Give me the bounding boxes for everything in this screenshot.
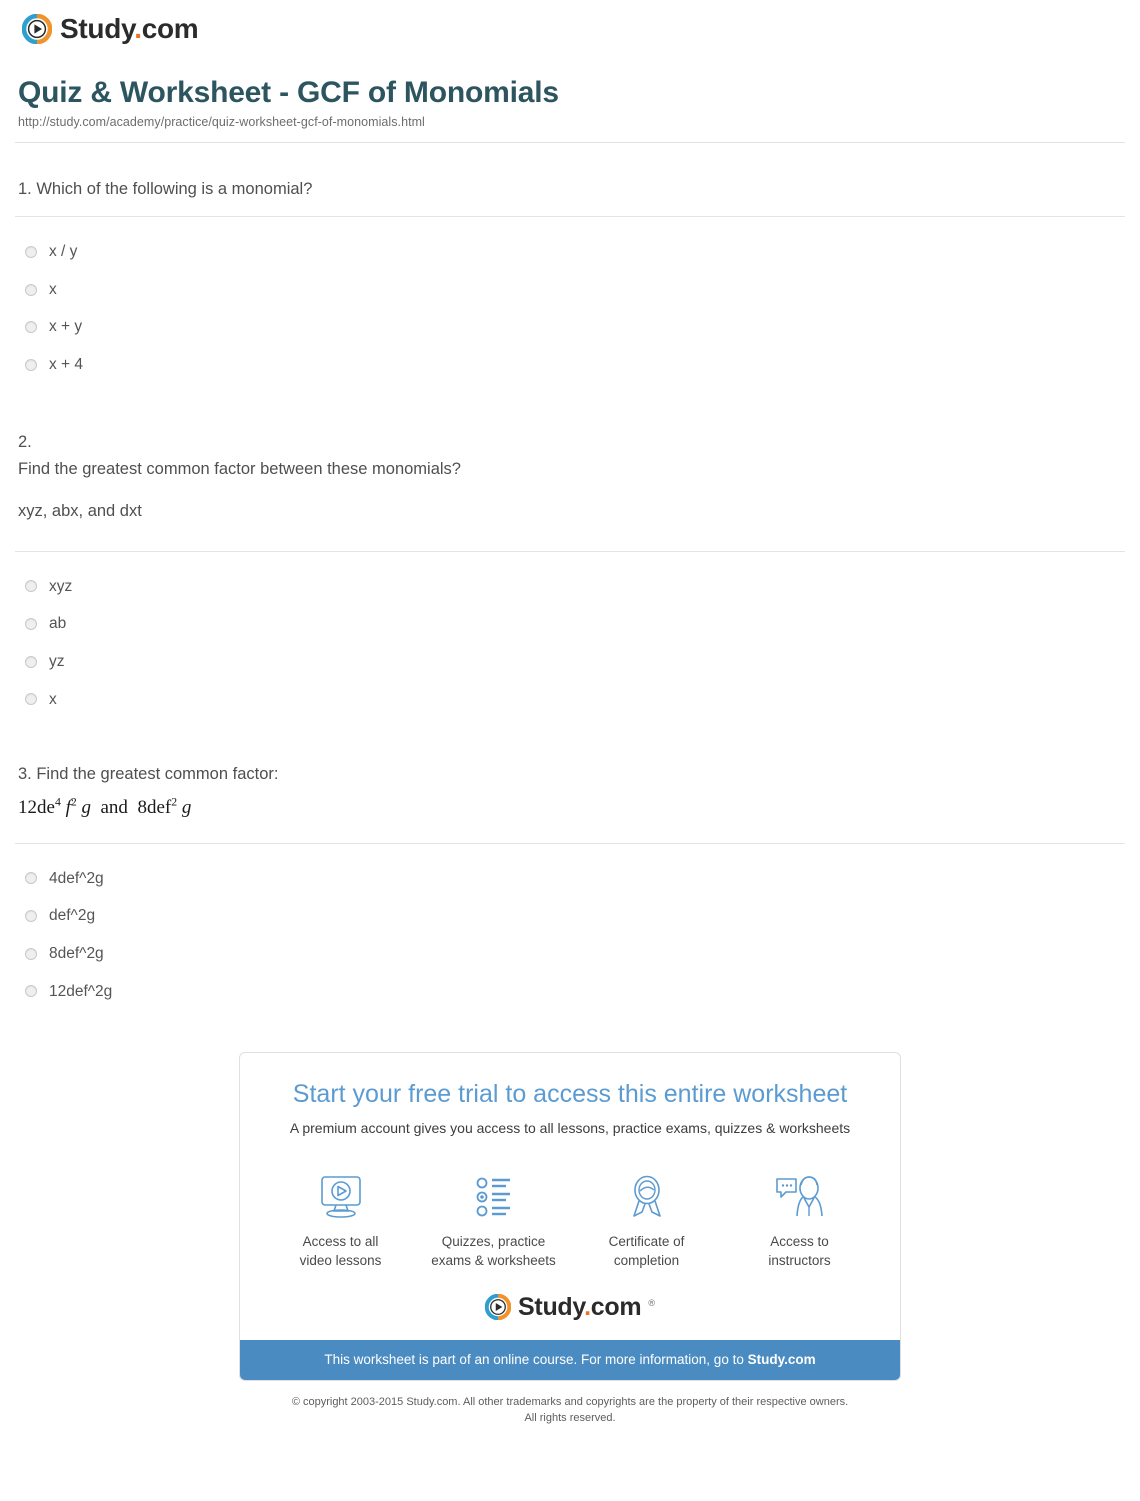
question-2-number: 2. — [18, 432, 32, 451]
page-url: http://study.com/academy/practice/quiz-w… — [18, 114, 425, 129]
radio-button-icon[interactable] — [25, 580, 37, 593]
radio-button-icon[interactable] — [25, 693, 37, 706]
play-circle-icon — [22, 14, 52, 44]
question-2-expression: xyz, abx, and dxt — [18, 501, 142, 520]
option-row[interactable]: yz — [15, 643, 1125, 681]
logo-word-dot: . — [584, 1292, 591, 1321]
question-2-prompt: Find the greatest common factor between … — [18, 460, 461, 479]
question-3-prompt: 3. Find the greatest common factor: — [18, 765, 279, 784]
monitor-play-icon — [320, 1176, 361, 1218]
promo-features: Access to all video lessons Quizzes, pra… — [240, 1148, 900, 1276]
logo-word-main: Study — [518, 1292, 585, 1321]
copyright-line-1: © copyright 2003-2015 Study.com. All oth… — [291, 1396, 849, 1408]
promo-card-wrapper: Start your free trial to access this ent… — [0, 1052, 1140, 1381]
promo-card: Start your free trial to access this ent… — [239, 1052, 901, 1381]
question-3-math-expression: 12de4 f2 g and 8def2 g — [18, 796, 1125, 821]
radio-button-icon[interactable] — [25, 655, 37, 668]
copyright-footer: © copyright 2003-2015 Study.com. All oth… — [0, 1395, 1140, 1427]
math-conjunction: and — [100, 796, 128, 818]
question-2-options: xyz ab yz x — [15, 552, 1125, 719]
option-label: 8def^2g — [49, 944, 104, 962]
question-3: 3. Find the greatest common factor: 12de… — [15, 718, 1125, 1010]
promo-logo[interactable]: Study.com ® — [240, 1276, 900, 1340]
option-label: 4def^2g — [49, 869, 104, 887]
math-coef-1: 12de — [18, 796, 55, 818]
option-label: 12def^2g — [49, 982, 113, 1000]
radio-button-icon[interactable] — [25, 985, 37, 998]
option-row[interactable]: x / y — [15, 233, 1125, 271]
option-row[interactable]: x + 4 — [15, 346, 1125, 384]
question-3-options: 4def^2g def^2g 8def^2g 12def^2g — [15, 844, 1125, 1011]
option-row[interactable]: x — [15, 681, 1125, 719]
radio-button-icon[interactable] — [25, 283, 37, 296]
page-title: Quiz & Worksheet - GCF of Monomials — [18, 76, 559, 109]
promo-subtitle: A premium account gives you access to al… — [289, 1120, 851, 1137]
radio-button-icon[interactable] — [25, 872, 37, 885]
promo-banner: This worksheet is part of an online cour… — [240, 1340, 900, 1380]
math-var-g2: g — [181, 796, 192, 818]
radio-button-icon[interactable] — [25, 358, 37, 371]
title-block: Quiz & Worksheet - GCF of Monomials http… — [0, 52, 1140, 129]
question-1-options: x / y x x + y x + 4 — [15, 217, 1125, 384]
checklist-icon — [476, 1177, 510, 1217]
promo-logo-text: Study.com — [518, 1292, 642, 1321]
feature-label: Access to instructors — [768, 1234, 831, 1269]
site-logo-text: Study.com — [60, 13, 199, 44]
option-label: yz — [49, 652, 65, 670]
option-label: ab — [49, 615, 67, 633]
feature-label: Quizzes, practice exams & worksheets — [431, 1234, 556, 1269]
math-var-g: g — [81, 796, 92, 818]
radio-button-icon[interactable] — [25, 321, 37, 334]
logo-word-dot: . — [134, 13, 142, 44]
feature-item: Quizzes, practice exams & worksheets — [419, 1174, 569, 1270]
math-exponent-1: 4 — [54, 795, 61, 809]
question-2: 2. Find the greatest common factor betwe… — [15, 384, 1125, 718]
math-coef-2: 8def — [137, 796, 172, 818]
feature-item: Access to all video lessons — [266, 1174, 416, 1270]
option-row[interactable]: def^2g — [15, 897, 1125, 935]
question-1: 1. Which of the following is a monomial?… — [15, 143, 1125, 384]
option-label: x / y — [49, 243, 78, 261]
instructor-chat-icon — [775, 1176, 823, 1217]
option-label: xyz — [49, 577, 73, 595]
radio-button-icon[interactable] — [25, 947, 37, 960]
option-row[interactable]: x + y — [15, 308, 1125, 346]
option-label: x + y — [49, 318, 83, 336]
promo-headline: Start your free trial to access this ent… — [292, 1080, 848, 1109]
promo-banner-link[interactable]: Study.com — [748, 1352, 816, 1367]
feature-label: Access to all video lessons — [299, 1234, 382, 1269]
radio-button-icon[interactable] — [25, 245, 37, 258]
option-row[interactable]: xyz — [15, 568, 1125, 606]
option-row[interactable]: 4def^2g — [15, 860, 1125, 898]
option-label: def^2g — [49, 907, 96, 925]
play-circle-icon — [485, 1294, 512, 1321]
site-logo[interactable]: Study.com — [22, 14, 1140, 44]
feature-item: Access to instructors — [725, 1174, 875, 1270]
promo-body: Start your free trial to access this ent… — [240, 1053, 900, 1148]
radio-button-icon[interactable] — [25, 618, 37, 631]
option-row[interactable]: 8def^2g — [15, 935, 1125, 973]
quiz-body: 1. Which of the following is a monomial?… — [0, 143, 1140, 1011]
feature-item: Certificate of completion — [572, 1174, 722, 1270]
math-exponent-f: 2 — [70, 795, 77, 809]
option-row[interactable]: ab — [15, 605, 1125, 643]
math-exponent-2: 2 — [171, 795, 178, 809]
logo-word-main: Study — [60, 13, 135, 44]
radio-button-icon[interactable] — [25, 910, 37, 923]
logo-word-tld: com — [590, 1292, 642, 1321]
option-label: x — [49, 690, 57, 708]
promo-banner-text: This worksheet is part of an online cour… — [324, 1352, 748, 1368]
registered-trademark-icon: ® — [648, 1298, 655, 1309]
option-label: x + 4 — [49, 356, 84, 374]
award-ribbon-icon — [632, 1175, 661, 1217]
site-header: Study.com — [0, 0, 1140, 52]
question-1-prompt: 1. Which of the following is a monomial? — [18, 179, 313, 198]
option-row[interactable]: 12def^2g — [15, 973, 1125, 1011]
option-label: x — [49, 280, 57, 298]
logo-word-tld: com — [141, 13, 199, 44]
copyright-line-2: All rights reserved. — [524, 1411, 616, 1424]
feature-label: Certificate of completion — [608, 1234, 685, 1269]
option-row[interactable]: x — [15, 271, 1125, 309]
